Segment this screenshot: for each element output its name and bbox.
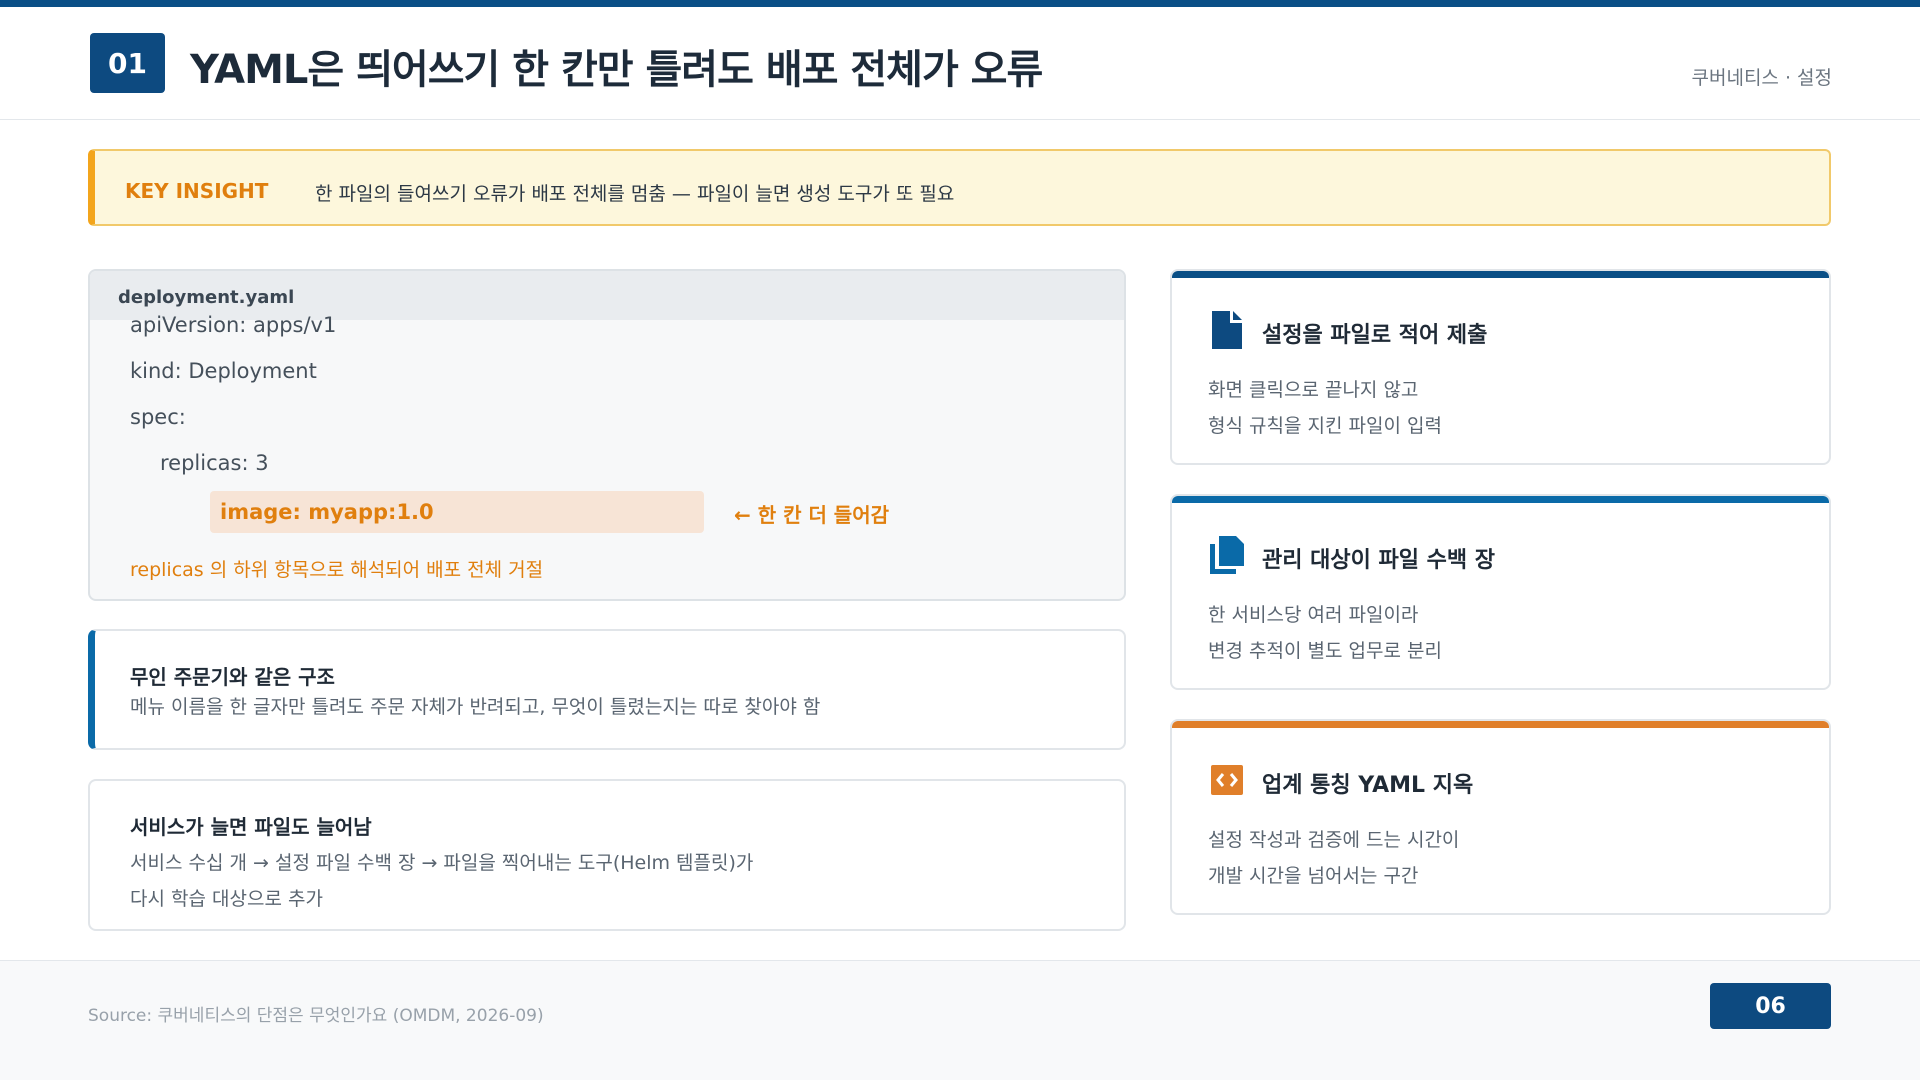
insight-tag: KEY INSIGHT — [125, 179, 269, 203]
slide-header: 01 YAML은 띄어쓰기 한 칸만 틀려도 배포 전체가 오류 쿠버네티스 ·… — [0, 7, 1920, 120]
code-line: kind: Deployment — [130, 359, 317, 383]
info-card-text: 메뉴 이름을 한 글자만 틀려도 주문 자체가 반려되고, 무엇이 틀렸는지는 … — [130, 696, 821, 718]
feature-text: 개발 시간을 넘어서는 구간 — [1208, 865, 1419, 887]
feature-text: 화면 클릭으로 끝나지 않고 — [1208, 379, 1419, 401]
feature-text: 한 서비스당 여러 파일이라 — [1208, 604, 1419, 626]
key-insight-box: KEY INSIGHT 한 파일의 들여쓰기 오류가 배포 전체를 멈춤 — 파… — [88, 149, 1831, 226]
code-line: spec: — [130, 405, 186, 429]
slide-footer: Source: 쿠버네티스의 단점은 무엇인가요 (OMDM, 2026-09)… — [0, 960, 1920, 1080]
indent-error-note: ← 한 칸 더 들어감 — [734, 503, 890, 527]
info-card-title: 서비스가 늘면 파일도 늘어남 — [130, 815, 372, 839]
file-icon — [1210, 311, 1244, 349]
page-title: YAML은 띄어쓰기 한 칸만 틀려도 배포 전체가 오류 — [190, 47, 1043, 93]
code-line: replicas: 3 — [160, 451, 269, 475]
code-brackets-icon — [1210, 761, 1244, 799]
code-line: apiVersion: apps/v1 — [130, 313, 337, 337]
code-error-line: image: myapp:1.0 — [220, 500, 434, 524]
info-card-text: 다시 학습 대상으로 추가 — [130, 888, 323, 910]
feature-title: 설정을 파일로 적어 제출 — [1262, 323, 1488, 348]
feature-title: 관리 대상이 파일 수백 장 — [1262, 548, 1496, 573]
feature-title: 업계 통칭 YAML 지옥 — [1262, 773, 1474, 798]
slide-number-badge: 01 — [90, 33, 165, 93]
code-footnote: replicas 의 하위 항목으로 해석되어 배포 전체 거절 — [130, 559, 544, 581]
top-accent-bar — [0, 0, 1920, 7]
info-card-text: 서비스 수십 개 → 설정 파일 수백 장 → 파일을 찍어내는 도구(Helm… — [130, 852, 754, 874]
feature-card-yaml-hell: 업계 통칭 YAML 지옥 설정 작성과 검증에 드는 시간이 개발 시간을 넘… — [1170, 719, 1831, 915]
info-card-kiosk: 무인 주문기와 같은 구조 메뉴 이름을 한 글자만 틀려도 주문 자체가 반려… — [88, 629, 1126, 750]
source-citation: Source: 쿠버네티스의 단점은 무엇인가요 (OMDM, 2026-09) — [88, 1006, 544, 1026]
feature-stripe — [1172, 721, 1829, 728]
section-label: 쿠버네티스 · 설정 — [1691, 67, 1832, 89]
info-card-files-growth: 서비스가 늘면 파일도 늘어남 서비스 수십 개 → 설정 파일 수백 장 → … — [88, 779, 1126, 931]
info-card-title: 무인 주문기와 같은 구조 — [130, 665, 335, 689]
feature-card-file-count: 관리 대상이 파일 수백 장 한 서비스당 여러 파일이라 변경 추적이 별도 … — [1170, 494, 1831, 690]
feature-card-file-submit: 설정을 파일로 적어 제출 화면 클릭으로 끝나지 않고 형식 규칙을 지킨 파… — [1170, 269, 1831, 465]
code-sample-card: deployment.yaml apiVersion: apps/v1 kind… — [88, 269, 1126, 601]
feature-text: 설정 작성과 검증에 드는 시간이 — [1208, 829, 1460, 851]
feature-text: 변경 추적이 별도 업무로 분리 — [1208, 640, 1442, 662]
code-error-highlight: image: myapp:1.0 — [210, 491, 704, 533]
page-number-badge: 06 — [1710, 983, 1831, 1029]
files-stack-icon — [1210, 536, 1244, 574]
feature-text: 형식 규칙을 지킨 파일이 입력 — [1208, 415, 1442, 437]
feature-stripe — [1172, 271, 1829, 278]
code-filename: deployment.yaml — [118, 287, 295, 308]
feature-stripe — [1172, 496, 1829, 503]
insight-text: 한 파일의 들여쓰기 오류가 배포 전체를 멈춤 — 파일이 늘면 생성 도구가… — [315, 183, 955, 205]
